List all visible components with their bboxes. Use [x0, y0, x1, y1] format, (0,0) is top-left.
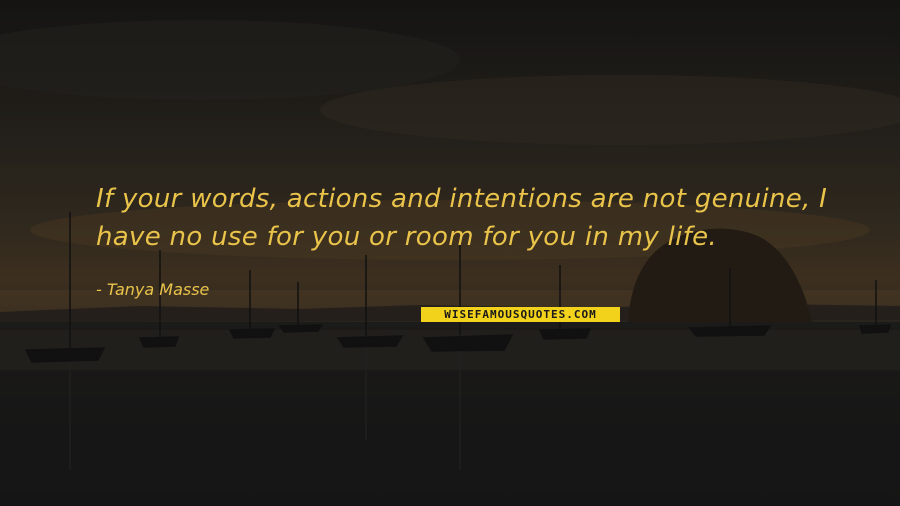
site-watermark: WISEFAMOUSQUOTES.COM: [421, 307, 620, 322]
quote-image: If your words, actions and intentions ar…: [0, 0, 900, 506]
quote-author: - Tanya Masse: [96, 280, 210, 299]
quote-text: If your words, actions and intentions ar…: [96, 184, 828, 252]
